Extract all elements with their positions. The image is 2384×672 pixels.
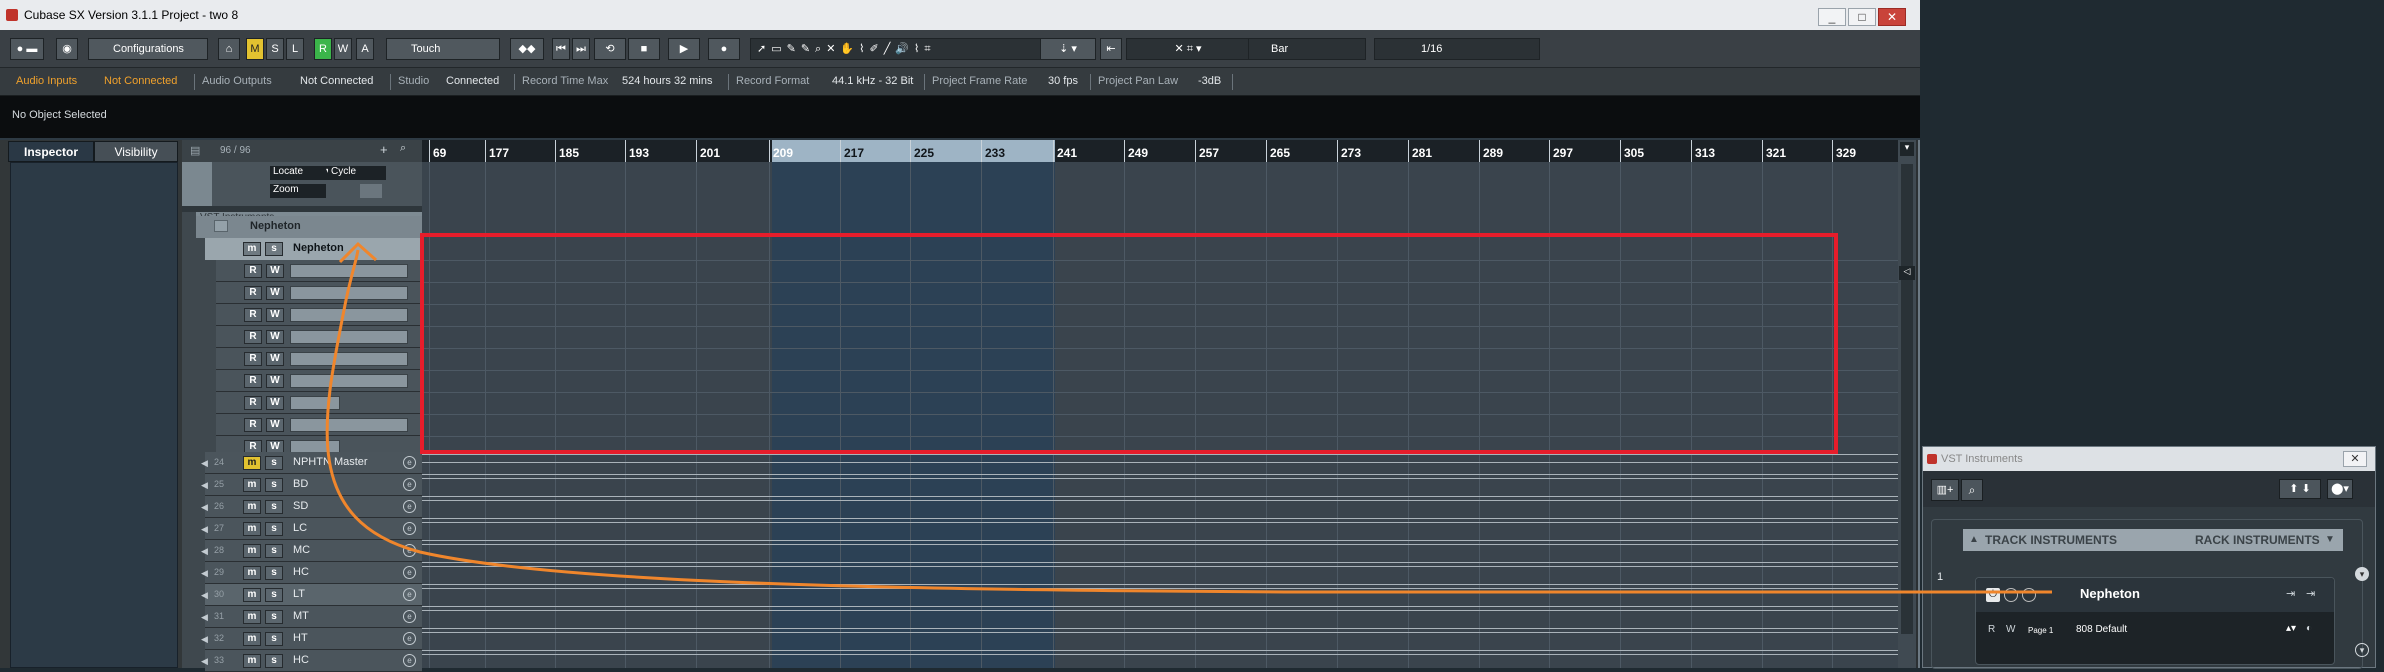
annotation-arrow <box>325 241 2052 594</box>
annotation-arrow-path <box>325 249 2052 594</box>
